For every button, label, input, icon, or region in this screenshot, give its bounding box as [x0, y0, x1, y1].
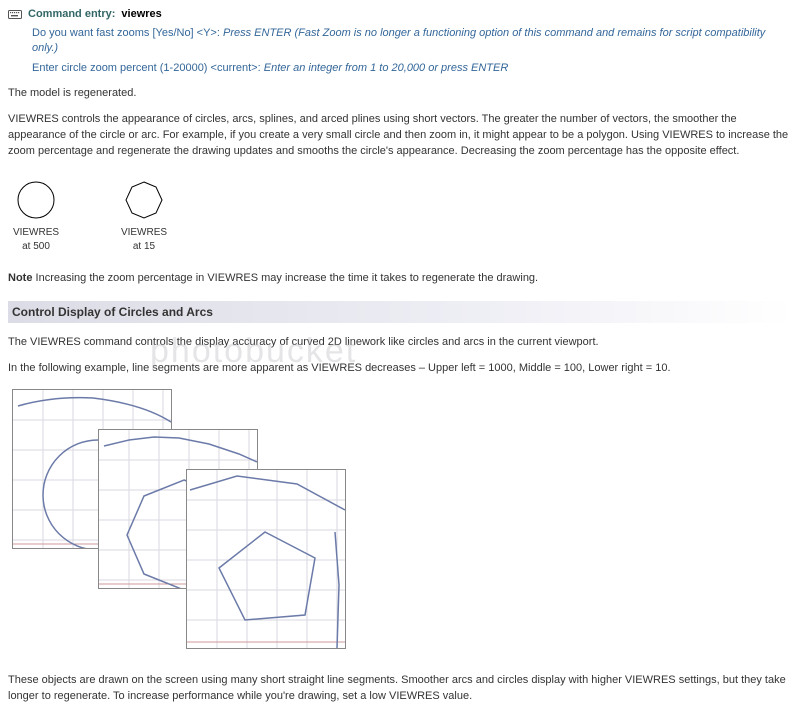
keyboard-icon — [8, 8, 22, 20]
viewres-500-label2: at 500 — [12, 241, 60, 253]
viewres-15-label1: VIEWRES — [120, 227, 168, 239]
viewport-10 — [186, 469, 346, 649]
circle-polygon-icon — [120, 178, 168, 222]
prompt-2-action: Enter an integer from 1 to 20,000 or pre… — [264, 62, 509, 74]
viewres-15-label2: at 15 — [120, 241, 168, 253]
viewport-10-svg — [187, 470, 345, 648]
viewres-examples-row: VIEWRES at 500 VIEWRES at 15 — [12, 178, 792, 253]
viewres-example-15: VIEWRES at 15 — [120, 178, 168, 253]
prompt-block: Do you want fast zooms [Yes/No] <Y>: Pre… — [32, 26, 792, 76]
prompt-1-question: Do you want fast zooms [Yes/No] <Y>: — [32, 27, 220, 39]
section-p2: In the following example, line segments … — [8, 361, 792, 377]
viewres-500-label1: VIEWRES — [12, 227, 60, 239]
prompt-line-1: Do you want fast zooms [Yes/No] <Y>: Pre… — [32, 26, 792, 57]
regen-text: The model is regenerated. — [8, 86, 792, 102]
note-label: Note — [8, 272, 32, 284]
command-entry-value: viewres — [121, 8, 161, 20]
note-text: Increasing the zoom percentage in VIEWRE… — [36, 272, 539, 284]
prompt-line-2: Enter circle zoom percent (1-20000) <cur… — [32, 61, 792, 76]
prompt-1-action: Press ENTER — [223, 27, 291, 39]
note-paragraph: Note Increasing the zoom percentage in V… — [8, 271, 792, 287]
section-p1: The VIEWRES command controls the display… — [8, 335, 792, 351]
viewport-overlay-wrap — [8, 389, 792, 659]
command-entry-label: Command entry: — [28, 8, 115, 20]
prompt-2-question: Enter circle zoom percent (1-20000) <cur… — [32, 62, 261, 74]
command-entry-row: Command entry: viewres — [8, 8, 792, 20]
section-heading: Control Display of Circles and Arcs — [8, 301, 792, 323]
description-text: VIEWRES controls the appearance of circl… — [8, 112, 792, 160]
section-p3: These objects are drawn on the screen us… — [8, 673, 792, 705]
circle-smooth-icon — [12, 178, 60, 222]
viewres-example-500: VIEWRES at 500 — [12, 178, 60, 253]
